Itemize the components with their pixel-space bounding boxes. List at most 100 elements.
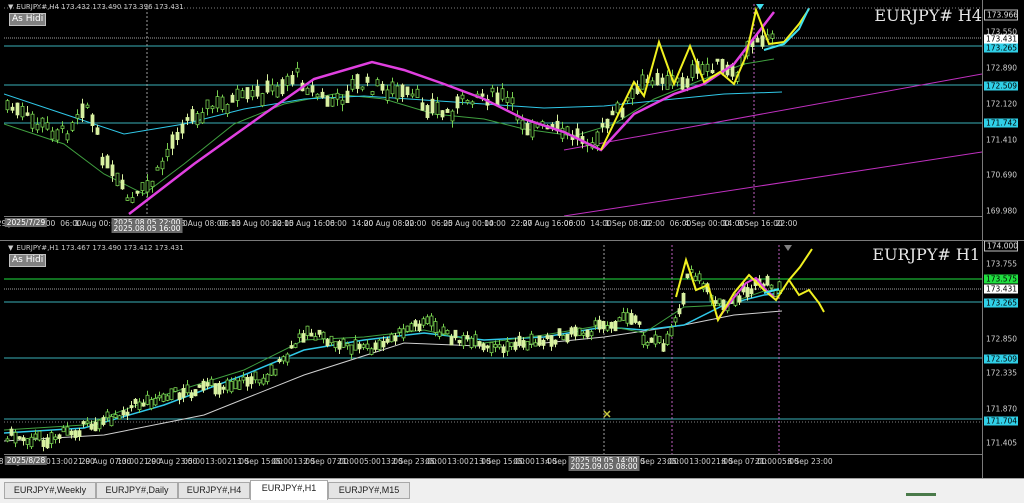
tab-eurjpy-h4[interactable]: EURJPY#,H4 [178, 482, 250, 499]
candle-h1-body [209, 378, 214, 386]
time-axis-h4[interactable]: 29 Jul 202522:0006:001 Aug 00:0006:0014:… [0, 216, 982, 233]
collapse-triangle-icon[interactable]: ▼ [8, 3, 13, 11]
candle-h1-body [661, 343, 666, 352]
candle-h1-body [589, 331, 594, 337]
candle-h1-body [245, 376, 250, 387]
price-tick-label: 171.870 [986, 404, 1018, 414]
candle-h4-body [495, 92, 500, 106]
candle-h1-body [765, 275, 770, 286]
candle-h4-body [295, 67, 300, 73]
candle-h1-body [685, 273, 690, 279]
candle-h4-body [65, 133, 70, 141]
candle-h4-body [755, 38, 760, 43]
candle-h4-body [35, 123, 40, 131]
candle-h1-body [677, 308, 682, 315]
candle-h4-body [460, 94, 465, 100]
candle-h1-body [573, 326, 578, 337]
price-plot-h1[interactable] [4, 245, 982, 454]
candle-h4-body [225, 104, 230, 114]
candle-h4-body [160, 160, 165, 170]
candle-h4-body [425, 105, 430, 118]
candle-h1-body [433, 321, 438, 333]
tab-eurjpy-daily[interactable]: EURJPY#,Daily [96, 482, 178, 499]
candle-h1-body [357, 343, 362, 350]
candle-h4-body [175, 131, 180, 141]
candle-h4-body [605, 118, 610, 129]
time-tick-label: 22:00 [643, 219, 665, 228]
candle-h4-body [255, 85, 260, 97]
price-plot-h4[interactable] [4, 4, 982, 216]
candle-h1-body [229, 381, 234, 393]
candle-h1-body [257, 379, 262, 384]
collapse-triangle-icon[interactable]: ▼ [8, 244, 13, 252]
candle-h1-body [197, 384, 202, 388]
time-tick-label: 13:00 [117, 457, 139, 466]
candle-h4-body [435, 101, 440, 115]
candle-h1-body [153, 397, 158, 406]
candle-h4-body [190, 109, 195, 122]
candle-h1-body [673, 317, 678, 323]
time-tick-label: 05:00 [359, 457, 381, 466]
candle-h4-body [50, 130, 55, 140]
candle-h1-body [29, 436, 34, 448]
price-tick-label: 172.890 [986, 63, 1018, 73]
candle-h4-body [335, 92, 340, 100]
candle-h1-body [253, 371, 258, 381]
candle-h4-body [410, 93, 415, 97]
candle-h1-body [157, 395, 162, 399]
candle-h1-body [109, 416, 114, 427]
candle-h1-body [413, 320, 418, 327]
candle-h4-body [630, 88, 635, 99]
as-hide-button[interactable]: As Hidi [9, 13, 47, 26]
price-box-current: 173.431 [984, 34, 1018, 44]
candlestick-svg-h4[interactable] [4, 4, 982, 216]
candle-h1-body [681, 292, 686, 305]
price-box-cyan: 172.509 [984, 354, 1018, 364]
candle-h1-body [649, 337, 654, 343]
candle-h1-body [13, 432, 18, 444]
candle-h1-body [613, 321, 618, 332]
candle-h1-body [353, 339, 358, 351]
candle-h1-body [657, 335, 662, 343]
as-hide-button[interactable]: As Hidi [9, 254, 47, 267]
ohlc-readout: EURJPY#,H1 173.467 173.490 173.412 173.4… [16, 244, 184, 252]
price-tick-label: 172.850 [986, 334, 1018, 344]
tab-eurjpy-h1[interactable]: EURJPY#,H1 [250, 480, 328, 500]
candle-h1-body [557, 328, 562, 336]
candle-h1-body [617, 317, 622, 322]
candle-h1-body [77, 430, 82, 437]
price-axis-h4[interactable]: 173.550 172.890 172.120 171.410 170.690 169.9… [982, 0, 1024, 240]
candle-h1-body [233, 379, 238, 390]
tab-eurjpy-m15[interactable]: EURJPY#,M15 [328, 482, 410, 499]
candle-h1-body [737, 295, 742, 303]
candle-h4-body [265, 80, 270, 93]
candle-h1-body [501, 346, 506, 353]
price-box-cyan: 171.704 [984, 416, 1018, 426]
price-axis-h1[interactable]: 173.755 172.850 172.335 171.870 171.405 174.0… [982, 241, 1024, 478]
candle-h1-body [145, 394, 150, 405]
candle-h1-body [137, 401, 142, 411]
candle-h1-body [393, 335, 398, 342]
time-axis-h1[interactable]: 28 Aug 202505:0013:0021:0029 Aug 07:0013… [0, 454, 982, 471]
candle-h1-body [169, 388, 174, 401]
candle-h4-body [15, 102, 20, 116]
candle-h1-body [33, 433, 38, 439]
candle-h1-body [473, 334, 478, 347]
candle-h1-body [581, 332, 586, 336]
candlestick-svg-h1[interactable] [4, 245, 982, 454]
candle-h1-body [237, 380, 242, 390]
ma-cyan-h1 [4, 292, 783, 434]
chart-window-h4[interactable]: ▼ EURJPY#,H4 173.432 173.490 173.396 173.… [0, 0, 1024, 240]
candle-h1-body [597, 319, 602, 330]
candle-h1-body [305, 325, 310, 336]
candle-h4-body [715, 58, 720, 62]
candle-h1-body [385, 338, 390, 343]
candle-h1-body [17, 436, 22, 440]
tab-eurjpy-weekly[interactable]: EURJPY#,Weekly [4, 482, 96, 499]
candle-h4-body [245, 87, 250, 100]
candle-h4-body [770, 33, 775, 39]
candle-h4-body [345, 90, 350, 104]
chart-window-h1[interactable]: ▼ EURJPY#,H1 173.467 173.490 173.412 173.… [0, 241, 1024, 478]
candle-h1-body [565, 333, 570, 343]
price-box-cyan: 173.265 [984, 298, 1018, 308]
